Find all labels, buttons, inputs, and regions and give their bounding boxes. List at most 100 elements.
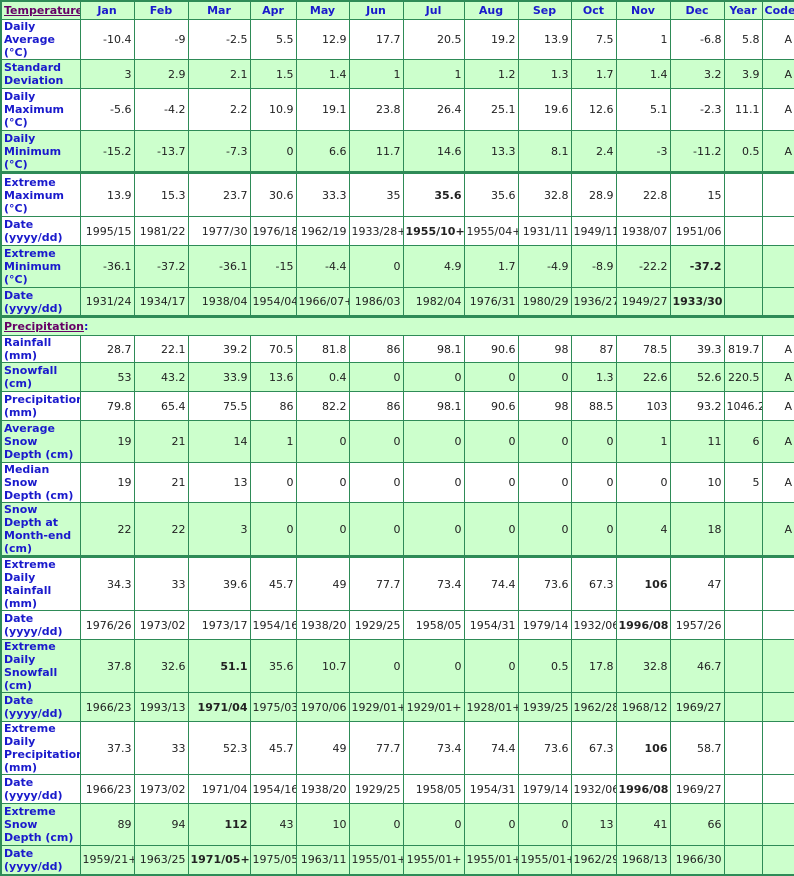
cell-mar: 33.9 xyxy=(187,362,251,392)
header-row: Temperature: Jan Feb Mar Apr May Jun Jul… xyxy=(0,0,794,20)
cell-oct: 0 xyxy=(570,462,617,503)
cell-mar: 75.5 xyxy=(187,391,251,421)
cell-feb: 65.4 xyxy=(133,391,189,421)
cell-jun: 86 xyxy=(348,391,404,421)
climate-normals-table: Temperature: Jan Feb Mar Apr May Jun Jul… xyxy=(0,0,794,876)
cell-jun: 0 xyxy=(348,502,404,557)
cell-feb: 21 xyxy=(133,420,189,463)
cell-oct: 28.9 xyxy=(570,171,617,217)
cell-may: 1.4 xyxy=(295,59,350,89)
cell-nov: 106 xyxy=(615,555,671,611)
cell-aug: 1928/01+ xyxy=(463,692,519,722)
cell-aug: 0 xyxy=(463,639,519,693)
cell-nov: 1996/08 xyxy=(615,610,671,640)
cell-aug: 1955/01+ xyxy=(463,845,519,876)
cell-oct: 1932/06 xyxy=(570,774,617,804)
cell-jul: 0 xyxy=(402,362,465,392)
row-label: Extreme Snow Depth (cm) xyxy=(0,803,81,846)
row-label: Average Snow Depth (cm) xyxy=(0,420,81,463)
cell-year: 819.7 xyxy=(723,335,763,363)
cell-feb: -9 xyxy=(133,19,189,60)
cell-nov: 41 xyxy=(615,803,671,846)
cell-jun: 1 xyxy=(348,59,404,89)
cell-feb: 1981/22 xyxy=(133,216,189,246)
cell-nov: 4 xyxy=(615,502,671,557)
cell-may: 19.1 xyxy=(295,88,350,131)
table-row-daily-maximum-c: Daily Maximum (°C) -5.6 -4.2 2.2 10.9 19.1 23.… xyxy=(0,88,794,131)
cell-oct: 67.3 xyxy=(570,555,617,611)
cell-sep: 0 xyxy=(517,462,572,503)
table-row-precipitation-mm: Precipitation (mm) 79.8 65.4 75.5 86 82.2 86 98… xyxy=(0,391,794,421)
col-code: Code xyxy=(761,0,794,20)
cell-sep: 98 xyxy=(517,335,572,363)
cell-sep: 1.3 xyxy=(517,59,572,89)
cell-jul: 4.9 xyxy=(402,245,465,288)
cell-mar: 112 xyxy=(187,803,251,846)
cell-feb: 21 xyxy=(133,462,189,503)
cell-jan: -15.2 xyxy=(79,130,135,173)
table-row-extreme-minimum-c: Extreme Minimum (°C) -36.1 -37.2 -36.1 -15 -4… xyxy=(0,245,794,288)
table-row-extreme-daily-rainfall-mm: Extreme Daily Rainfall (mm) 34.3 33 39.6 45.… xyxy=(0,555,794,611)
table-row-standard-deviation: Standard Deviation 3 2.9 2.1 1.5 1.4 1 1 1.2 1.3 1… xyxy=(0,59,794,89)
table-row-extreme-maximum-c: Extreme Maximum (°C) 13.9 15.3 23.7 30.6 33.3… xyxy=(0,171,794,217)
cell-aug: 0 xyxy=(463,462,519,503)
cell-aug: 25.1 xyxy=(463,88,519,131)
cell-jan: 13.9 xyxy=(79,171,135,217)
cell-nov: 1 xyxy=(615,19,671,60)
cell-dec: 47 xyxy=(669,555,725,611)
cell-oct: 1.7 xyxy=(570,59,617,89)
col-jul: Jul xyxy=(402,0,465,20)
cell-dec: 58.7 xyxy=(669,721,725,775)
cell-may: 49 xyxy=(295,555,350,611)
cell-year xyxy=(723,774,763,804)
cell-oct: 1962/29 xyxy=(570,845,617,876)
row-label: Extreme Daily Precipitation (mm) xyxy=(0,721,81,775)
cell-oct: -8.9 xyxy=(570,245,617,288)
cell-aug: 1.7 xyxy=(463,245,519,288)
cell-feb: 43.2 xyxy=(133,362,189,392)
cell-sep: 73.6 xyxy=(517,555,572,611)
cell-jun: 1929/25 xyxy=(348,774,404,804)
cell-apr: 45.7 xyxy=(249,555,297,611)
cell-jan: 37.8 xyxy=(79,639,135,693)
row-label: Date (yyyy/dd) xyxy=(0,774,81,804)
cell-year: 6 xyxy=(723,420,763,463)
cell-oct: 13 xyxy=(570,803,617,846)
cell-apr: 1976/18 xyxy=(249,216,297,246)
cell-apr: -15 xyxy=(249,245,297,288)
cell-may: 12.9 xyxy=(295,19,350,60)
cell-jan: -5.6 xyxy=(79,88,135,131)
cell-jan: 1995/15 xyxy=(79,216,135,246)
cell-may: 6.6 xyxy=(295,130,350,173)
table-row-average-snow-depth-cm: Average Snow Depth (cm) 19 21 14 1 0 0 0 0 0 0 1 11 6… xyxy=(0,420,794,463)
cell-mar: -36.1 xyxy=(187,245,251,288)
table-row-date-yyyy-dd: Date (yyyy/dd) 1931/24 1934/17 1938/04 1954/… xyxy=(0,287,794,317)
cell-nov: 106 xyxy=(615,721,671,775)
cell-apr: 1954/16 xyxy=(249,774,297,804)
cell-jan: 1959/21+ xyxy=(79,845,135,876)
cell-code xyxy=(761,171,794,217)
cell-oct: 1936/27 xyxy=(570,287,617,317)
cell-jul: 1955/10+ xyxy=(402,216,465,246)
cell-code: A xyxy=(761,420,794,463)
cell-jul: 1958/05 xyxy=(402,610,465,640)
cell-aug: 74.4 xyxy=(463,721,519,775)
cell-apr: 1975/05 xyxy=(249,845,297,876)
cell-mar: -2.5 xyxy=(187,19,251,60)
temperature-rows: Daily Average (°C) -10.4 -9 -2.5 5.5 12.9 17.7… xyxy=(0,19,794,317)
cell-jan: -36.1 xyxy=(79,245,135,288)
cell-mar: 1971/04 xyxy=(187,774,251,804)
table-row-date-yyyy-dd: Date (yyyy/dd) 1966/23 1993/13 1971/04 1975/… xyxy=(0,692,794,722)
precipitation-section-link[interactable]: Precipitation xyxy=(4,320,84,333)
cell-dec: -11.2 xyxy=(669,130,725,173)
cell-feb: 22.1 xyxy=(133,335,189,363)
cell-jul: 20.5 xyxy=(402,19,465,60)
cell-may: 82.2 xyxy=(295,391,350,421)
temperature-section-link[interactable]: Temperature xyxy=(4,4,79,17)
cell-may: 1938/20 xyxy=(295,610,350,640)
cell-may: 1963/11 xyxy=(295,845,350,876)
cell-year xyxy=(723,555,763,611)
cell-sep: 13.9 xyxy=(517,19,572,60)
cell-apr: 45.7 xyxy=(249,721,297,775)
table-row-date-yyyy-dd: Date (yyyy/dd) 1959/21+ 1963/25 1971/05+ 197… xyxy=(0,845,794,876)
